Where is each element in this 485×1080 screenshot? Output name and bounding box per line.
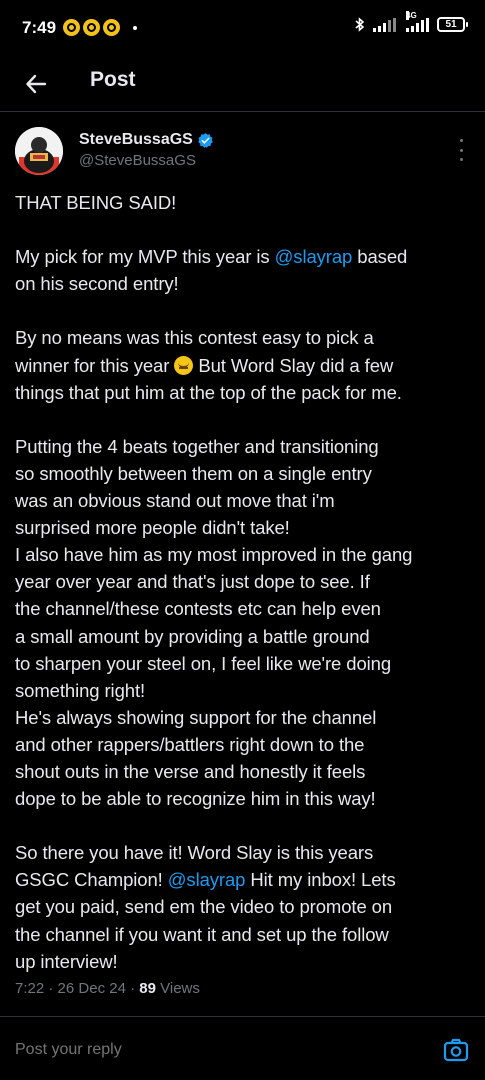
upside-down-face-icon — [174, 355, 194, 375]
tweet-author: SteveBussaGS @SteveBussaGS — [15, 127, 475, 177]
status-time: 7:49 — [22, 18, 57, 37]
tweet-line: My pick for my MVP this year is @slayrap… — [15, 246, 408, 268]
tweet-line: I also have him as my most improved in t… — [15, 544, 413, 566]
app-header: Post — [0, 58, 485, 112]
reply-input[interactable] — [15, 1041, 395, 1059]
avatar-image — [15, 127, 63, 175]
more-options-button[interactable] — [453, 139, 469, 161]
meta-separator: · — [48, 980, 54, 997]
tweet-line: so smoothly between them on a single ent… — [15, 462, 372, 484]
battery-level: 51 — [445, 19, 457, 30]
notification-icon — [83, 19, 100, 36]
tweet-line: a small amount by providing a battle gro… — [15, 625, 370, 647]
tweet-line: on his second entry! — [15, 273, 179, 295]
views-count[interactable]: 89 — [139, 980, 156, 997]
signal-icon: 4G — [406, 10, 429, 32]
tweet-line: By no means was this contest easy to pic… — [15, 327, 374, 349]
tweet-line: winner for this year But Word Slay did a… — [15, 354, 394, 376]
views-label: Views — [160, 980, 200, 997]
verified-badge-icon — [198, 132, 213, 148]
arrow-left-icon — [26, 74, 47, 94]
back-button[interactable] — [20, 68, 52, 100]
tweet-date: 26 Dec 24 — [57, 980, 126, 997]
reply-bar — [0, 1016, 485, 1080]
tweet-meta: 7:22 · 26 Dec 24 · 89 Views — [15, 980, 200, 997]
tweet-line: things that put him at the top of the pa… — [15, 381, 402, 403]
meta-separator: · — [130, 980, 136, 997]
notification-icon — [63, 19, 80, 36]
tweet-line: year over year and that's just dope to s… — [15, 571, 370, 593]
tweet-time: 7:22 — [15, 980, 45, 997]
signal-icon — [373, 17, 396, 32]
tweet-line: THAT BEING SAID! — [15, 192, 177, 213]
tweet-line: the channel if you want it and set up th… — [15, 923, 389, 945]
notification-icons — [63, 19, 137, 36]
network-label: 4G — [406, 10, 417, 20]
more-notifications-dot — [133, 25, 137, 30]
tweet-line: He's always showing support for the chan… — [15, 706, 377, 728]
bluetooth-icon — [355, 17, 365, 32]
tweet-line: and other rappers/battlers right down to… — [15, 733, 365, 755]
tweet-line: to sharpen your steel on, I feel like we… — [15, 652, 392, 674]
tweet-line: dope to be able to recognize him in this… — [15, 788, 376, 810]
camera-icon[interactable] — [443, 1037, 469, 1063]
page-title: Post — [90, 68, 136, 91]
tweet-line: Putting the 4 beats together and transit… — [15, 435, 379, 457]
user-handle[interactable]: @SteveBussaGS — [79, 152, 196, 169]
tweet-line: the channel/these contests etc can help … — [15, 598, 381, 620]
display-name[interactable]: SteveBussaGS — [79, 131, 214, 149]
notification-icon — [103, 19, 120, 36]
avatar[interactable] — [15, 127, 63, 175]
tweet-line: surprised more people didn't take! — [15, 517, 290, 539]
system-status: 4G 51 — [355, 10, 468, 32]
mention-link[interactable]: @slayrap — [275, 246, 353, 267]
more-dots-icon — [459, 139, 463, 142]
tweet-line: was an obvious stand out move that i'm — [15, 490, 335, 512]
display-name-text: SteveBussaGS — [79, 131, 193, 148]
status-bar: 7:49 4G 51 — [0, 0, 485, 58]
tweet-line: up interview! — [15, 950, 118, 972]
tweet-line: get you paid, send em the video to promo… — [15, 896, 393, 918]
battery-icon: 51 — [437, 17, 468, 32]
tweet-line: GSGC Champion! @slayrap Hit my inbox! Le… — [15, 869, 396, 891]
tweet-line: So there you have it! Word Slay is this … — [15, 842, 374, 864]
tweet-text: THAT BEING SAID! My pick for my MVP this… — [15, 189, 477, 975]
tweet-line: shout outs in the verse and honestly it … — [15, 760, 366, 782]
tweet-line: something right! — [15, 679, 146, 701]
mention-link[interactable]: @slayrap — [168, 869, 246, 890]
